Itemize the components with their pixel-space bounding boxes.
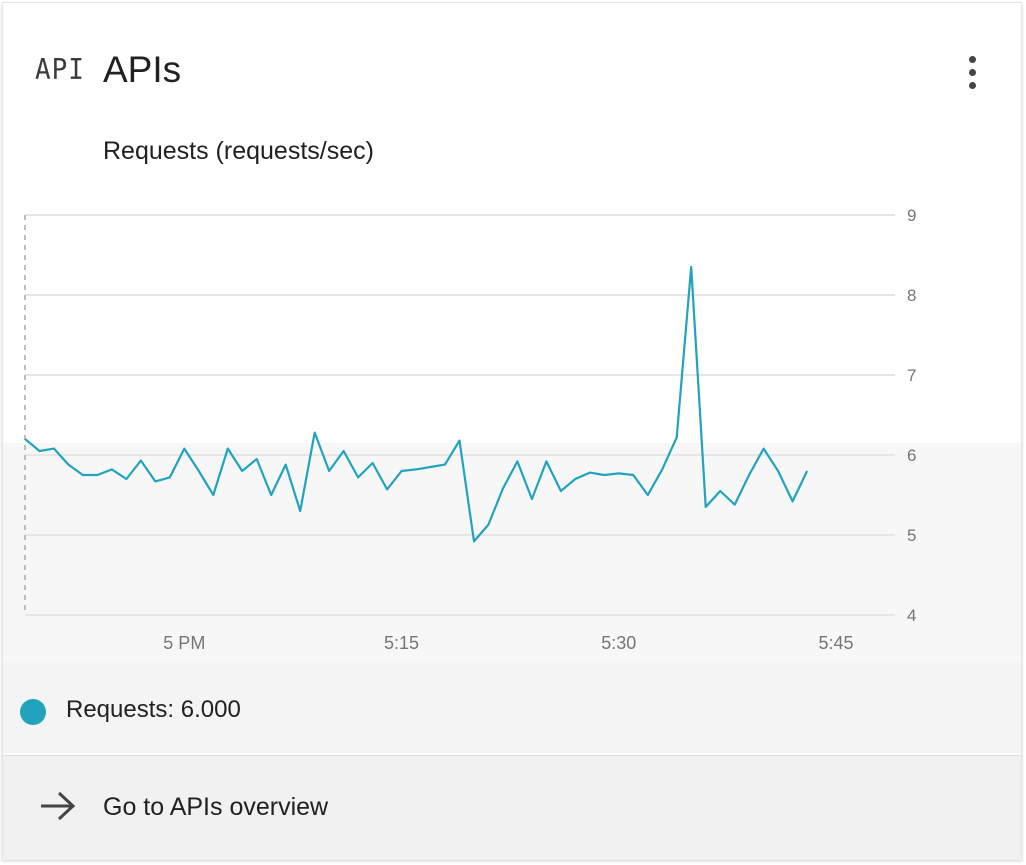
legend-label: Requests: 6.000 bbox=[66, 696, 241, 724]
apis-card: API APIs Requests (requests/sec) 4 5 6 7 8 9 5… bbox=[2, 2, 1022, 860]
x-tick-label: 5:15 bbox=[384, 633, 419, 653]
footer-label: Go to APIs overview bbox=[103, 793, 329, 821]
chart-lower-band bbox=[3, 443, 1021, 663]
x-tick-label: 5 PM bbox=[163, 633, 205, 653]
legend-color-dot bbox=[20, 699, 46, 725]
chart-title: Requests (requests/sec) bbox=[103, 137, 374, 165]
requests-line-chart: 4 5 6 7 8 9 5 PM 5:15 5:30 5:45 bbox=[3, 206, 1021, 663]
more-options-icon[interactable] bbox=[961, 53, 985, 93]
y-tick-label: 9 bbox=[907, 206, 916, 225]
x-tick-label: 5:45 bbox=[819, 633, 854, 653]
y-tick-label: 8 bbox=[907, 286, 916, 305]
api-icon: API bbox=[35, 53, 85, 87]
y-tick-label: 6 bbox=[907, 446, 916, 465]
y-tick-label: 4 bbox=[907, 606, 916, 625]
x-tick-label: 5:30 bbox=[601, 633, 636, 653]
y-tick-label: 7 bbox=[907, 366, 916, 385]
menu-dot bbox=[969, 82, 976, 89]
menu-dot bbox=[969, 69, 976, 76]
y-tick-label: 5 bbox=[907, 526, 916, 545]
card-header: API APIs bbox=[3, 3, 1021, 133]
go-to-apis-overview-link[interactable]: Go to APIs overview bbox=[3, 755, 1021, 860]
legend-series-name: Requests: bbox=[66, 696, 175, 723]
legend-series-value: 6.000 bbox=[180, 696, 241, 723]
menu-dot bbox=[969, 56, 976, 63]
card-title: APIs bbox=[103, 49, 182, 90]
arrow-right-icon bbox=[41, 791, 76, 821]
